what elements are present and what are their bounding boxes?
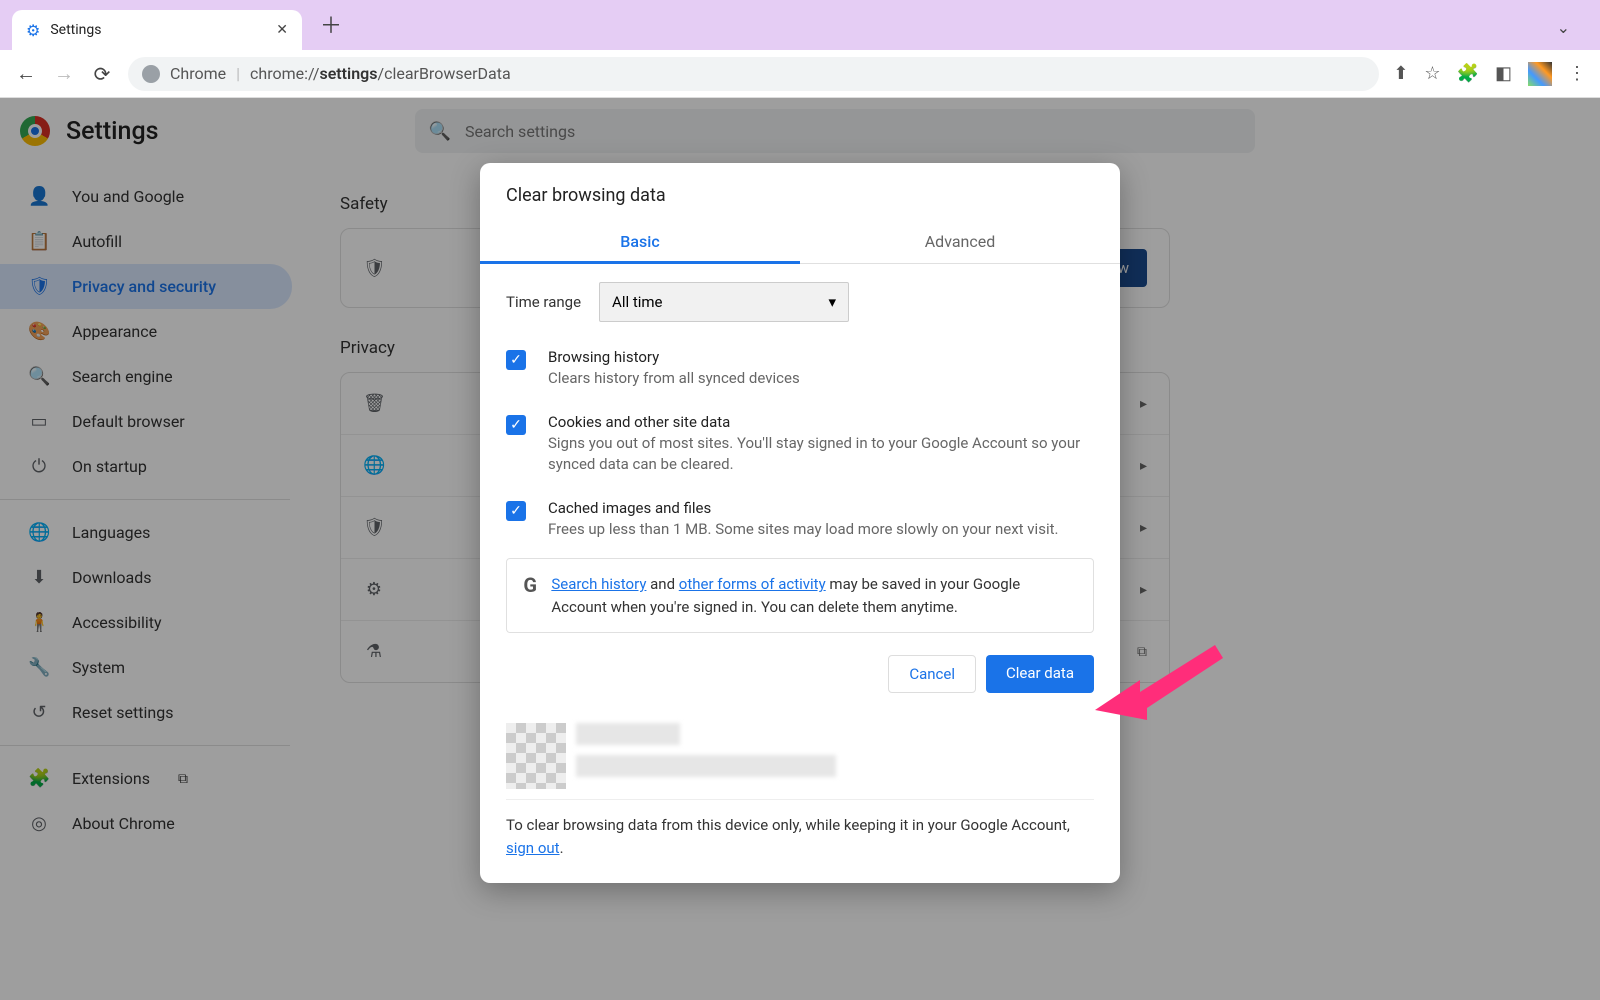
bookmark-star-icon[interactable]: ☆ (1424, 63, 1440, 84)
clear-data-button[interactable]: Clear data (986, 655, 1094, 693)
tab-dropdown-icon[interactable]: ⌄ (1557, 18, 1570, 37)
sign-out-link[interactable]: sign out (506, 839, 560, 857)
account-info-redacted (506, 723, 836, 789)
check-row-2: ✓ Cached images and files Frees up less th… (506, 489, 1094, 554)
google-g-icon: G (523, 573, 537, 597)
check-desc: Frees up less than 1 MB. Some sites may … (548, 519, 1058, 540)
omnibox-url: chrome://settings/clearBrowserData (250, 64, 511, 83)
omnibox-chrome-label: Chrome (170, 64, 226, 83)
cancel-button[interactable]: Cancel (888, 655, 976, 693)
reload-button[interactable]: ⟳ (90, 62, 114, 86)
check-title: Cached images and files (548, 499, 1058, 517)
site-info-icon[interactable] (142, 65, 160, 83)
close-tab-icon[interactable]: ✕ (276, 22, 288, 38)
tab-strip: ⚙ Settings ✕ ＋ ⌄ (0, 0, 1600, 50)
check-desc: Clears history from all synced devices (548, 368, 800, 389)
other-activity-link[interactable]: other forms of activity (679, 575, 826, 593)
new-tab-button[interactable]: ＋ (320, 8, 342, 40)
profile-avatar[interactable] (1528, 62, 1552, 86)
tab-title: Settings (50, 22, 266, 38)
time-range-label: Time range (506, 293, 581, 311)
check-title: Cookies and other site data (548, 413, 1094, 431)
tab-advanced[interactable]: Advanced (800, 220, 1120, 263)
check-row-1: ✓ Cookies and other site data Signs you ou… (506, 403, 1094, 489)
browser-tab[interactable]: ⚙ Settings ✕ (12, 10, 302, 50)
extensions-puzzle-icon[interactable]: 🧩 (1457, 63, 1479, 84)
checkbox[interactable]: ✓ (506, 350, 526, 370)
checkbox[interactable]: ✓ (506, 501, 526, 521)
sidepanel-icon[interactable]: ◧ (1495, 63, 1512, 84)
clear-browsing-data-dialog: Clear browsing data Basic Advanced Time … (480, 163, 1120, 883)
google-account-notice: G Search history and other forms of acti… (506, 558, 1094, 633)
time-range-value: All time (612, 293, 662, 311)
checkbox[interactable]: ✓ (506, 415, 526, 435)
sign-out-footnote: To clear browsing data from this device … (480, 808, 1120, 873)
check-desc: Signs you out of most sites. You'll stay… (548, 433, 1094, 475)
check-title: Browsing history (548, 348, 800, 366)
address-bar[interactable]: Chrome | chrome://settings/clearBrowserD… (128, 57, 1379, 91)
kebab-menu-icon[interactable]: ⋮ (1568, 63, 1586, 84)
back-button[interactable]: ← (14, 61, 38, 86)
google-notice-text: Search history and other forms of activi… (551, 573, 1077, 618)
share-icon[interactable]: ⬆ (1393, 63, 1408, 84)
dialog-tabs: Basic Advanced (480, 220, 1120, 264)
settings-gear-icon: ⚙ (26, 21, 40, 40)
tab-basic[interactable]: Basic (480, 220, 800, 263)
time-range-select[interactable]: All time ▾ (599, 282, 849, 322)
search-history-link[interactable]: Search history (551, 575, 646, 593)
dropdown-caret-icon: ▾ (829, 293, 837, 311)
toolbar: ← → ⟳ Chrome | chrome://settings/clearBr… (0, 50, 1600, 98)
check-row-0: ✓ Browsing history Clears history from all… (506, 338, 1094, 403)
dialog-title: Clear browsing data (480, 163, 1120, 220)
forward-button[interactable]: → (52, 61, 76, 86)
omnibox-divider: | (236, 64, 240, 83)
